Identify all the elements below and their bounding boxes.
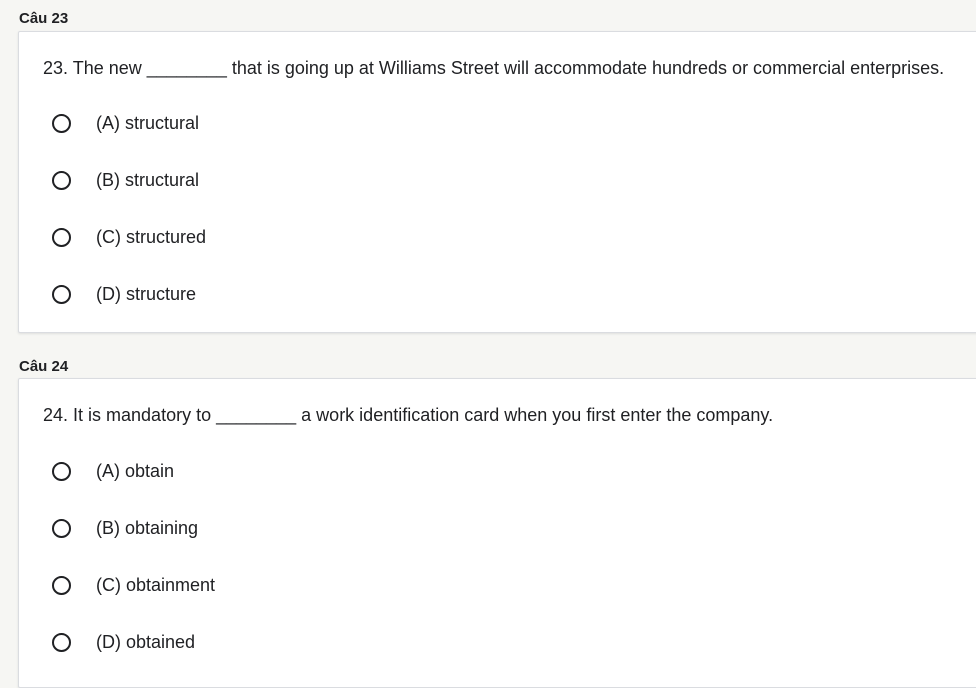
radio-unchecked-icon[interactable] (52, 113, 71, 133)
option-q23-c[interactable]: (C) structured (52, 225, 206, 249)
option-q23-b[interactable]: (B) structural (52, 168, 199, 192)
radio-unchecked-icon[interactable] (52, 518, 71, 538)
option-q24-c[interactable]: (C) obtainment (52, 573, 215, 597)
option-label: (C) obtainment (96, 574, 216, 595)
option-label: (A) structural (96, 112, 200, 133)
radio-unchecked-icon[interactable] (52, 170, 71, 190)
option-q24-d[interactable]: (D) obtained (52, 630, 195, 654)
question-card-q23: 23. The new ________ that is going up at… (18, 31, 976, 333)
option-label: (C) structured (96, 226, 207, 247)
question-card-q24: 24. It is mandatory to ________ a work i… (18, 378, 976, 688)
option-label: (B) structural (96, 169, 200, 190)
radio-unchecked-icon[interactable] (52, 575, 71, 595)
option-label: (B) obtaining (96, 517, 199, 538)
question-text-q23: 23. The new ________ that is going up at… (43, 58, 945, 78)
question-text-q24: 24. It is mandatory to ________ a work i… (43, 405, 774, 425)
option-label: (D) structure (96, 283, 197, 304)
radio-unchecked-icon[interactable] (52, 461, 71, 481)
radio-unchecked-icon[interactable] (52, 227, 71, 247)
option-q23-a[interactable]: (A) structural (52, 111, 199, 135)
radio-unchecked-icon[interactable] (52, 632, 71, 652)
radio-unchecked-icon[interactable] (52, 284, 71, 304)
option-label: (A) obtain (96, 460, 175, 481)
section-label-q24: Câu 24 (19, 358, 69, 375)
section-label-q23: Câu 23 (19, 10, 69, 27)
option-q23-d[interactable]: (D) structure (52, 282, 196, 306)
option-q24-a[interactable]: (A) obtain (52, 459, 174, 483)
option-q24-b[interactable]: (B) obtaining (52, 516, 198, 540)
option-label: (D) obtained (96, 631, 196, 652)
